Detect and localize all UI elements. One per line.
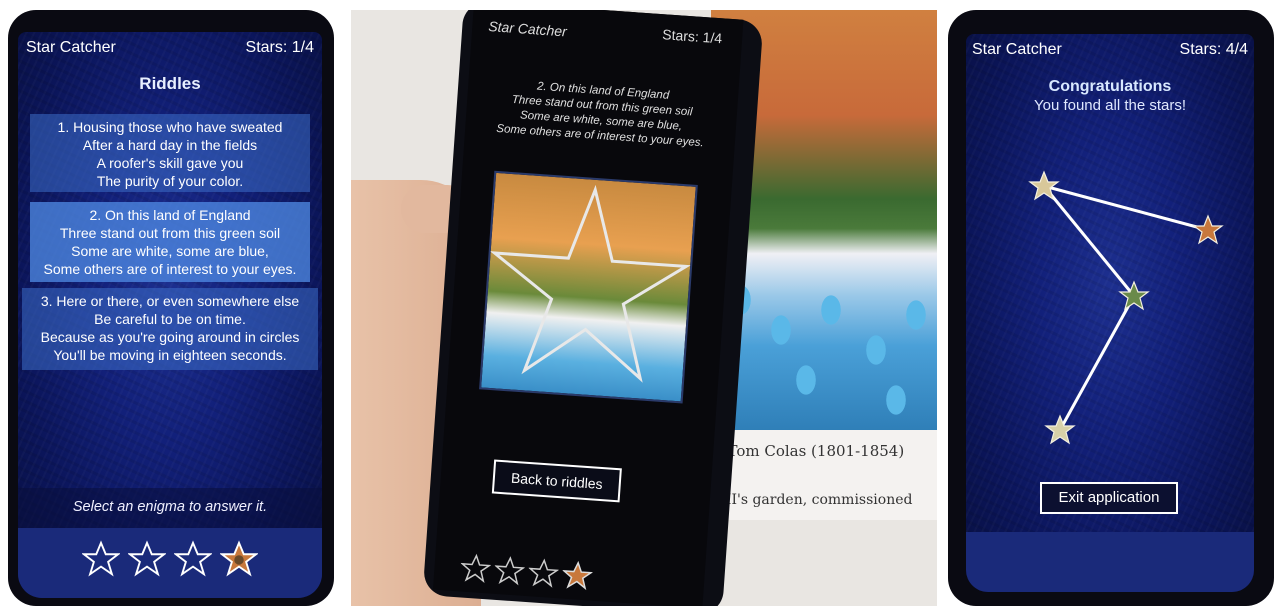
riddle-line: Be careful to be on time. (94, 311, 246, 327)
empty-star-icon (494, 556, 526, 586)
phone-congratulations: Star Catcher Stars: 4/4 Congratulations … (948, 10, 1274, 606)
riddle-item-3[interactable]: 3. Here or there, or even somewhere else… (22, 288, 318, 370)
empty-star-icon (128, 540, 166, 577)
riddle-line: Some are white, some are blue, (71, 243, 269, 259)
riddle-item-2[interactable]: 2. On this land of England Three stand o… (30, 202, 310, 282)
phone-riddles: Star Catcher Stars: 1/4 Riddles 1. Housi… (8, 10, 334, 606)
found-star-icon (561, 560, 594, 591)
star-icon (1192, 214, 1224, 245)
constellation (1028, 170, 1224, 445)
congratulations-screen: Star Catcher Stars: 4/4 Congratulations … (966, 34, 1254, 592)
found-star-icon (220, 540, 258, 577)
riddle-line: Some others are of interest to your eyes… (43, 261, 297, 277)
riddles-heading: Riddles (139, 74, 201, 93)
empty-star-icon (174, 540, 212, 577)
camera-viewfinder[interactable] (479, 170, 698, 404)
exit-application-button[interactable]: Exit application (1040, 482, 1178, 514)
star-outline-icon (489, 184, 691, 383)
handheld-screen: Star Catcher Stars: 1/4 2. On this land … (432, 10, 744, 606)
top-bar: Star Catcher Stars: 1/4 (18, 32, 322, 64)
handheld-app-title: Star Catcher (487, 18, 568, 40)
caption-author: Tom Colas (1801-1854) (727, 442, 905, 460)
app-title: Star Catcher (972, 41, 1062, 58)
empty-star-icon (82, 540, 120, 577)
handheld-phone: Star Catcher Stars: 1/4 2. On this land … (422, 10, 764, 606)
star-icon (1028, 170, 1060, 201)
handheld-riddle: 2. On this land of England Three stand o… (465, 75, 739, 154)
congratulations-subtitle: You found all the stars! (1033, 97, 1187, 114)
riddle-item-1[interactable]: 1. Housing those who have sweated After … (30, 114, 310, 192)
bottom-bar (966, 532, 1254, 592)
caption-line-1: I. Tom Colas (1801-1854) (712, 442, 904, 460)
back-to-riddles-button[interactable]: Back to riddles (491, 459, 622, 503)
caption-line-2: es II's garden, commissioned (706, 492, 913, 508)
riddle-line: A roofer's skill gave you (96, 155, 244, 171)
riddle-line: Three stand out from this green soil (59, 225, 281, 241)
ar-camera-photo: I. Tom Colas (1801-1854) es II's garden,… (351, 10, 937, 606)
stars-counter: Stars: 1/4 (245, 39, 314, 56)
select-hint: Select an enigma to answer it. (72, 499, 268, 515)
riddle-line: Because as you're going around in circle… (40, 329, 300, 345)
app-title: Star Catcher (26, 39, 116, 56)
handheld-stars-counter: Stars: 1/4 (661, 26, 723, 47)
riddle-line: 3. Here or there, or even somewhere else (40, 293, 300, 309)
riddle-line: 2. On this land of England (89, 207, 251, 223)
riddle-line: 1. Housing those who have sweated (57, 119, 283, 135)
empty-star-icon (460, 553, 492, 583)
riddle-line: The purity of your color. (96, 173, 244, 189)
congratulations-title: Congratulations (1048, 78, 1172, 95)
riddles-screen: Star Catcher Stars: 1/4 Riddles 1. Housi… (18, 32, 322, 598)
handheld-star-bar (455, 549, 597, 595)
caption-card: I. Tom Colas (1801-1854) es II's garden,… (706, 430, 937, 520)
star-bar (18, 538, 322, 580)
star-icon (1044, 414, 1076, 445)
empty-star-icon (528, 558, 560, 588)
riddle-line: After a hard day in the fields (82, 137, 258, 153)
top-bar: Star Catcher Stars: 4/4 (966, 34, 1254, 66)
riddle-line: You'll be moving in eighteen seconds. (53, 347, 287, 363)
stars-counter: Stars: 4/4 (1179, 41, 1248, 58)
